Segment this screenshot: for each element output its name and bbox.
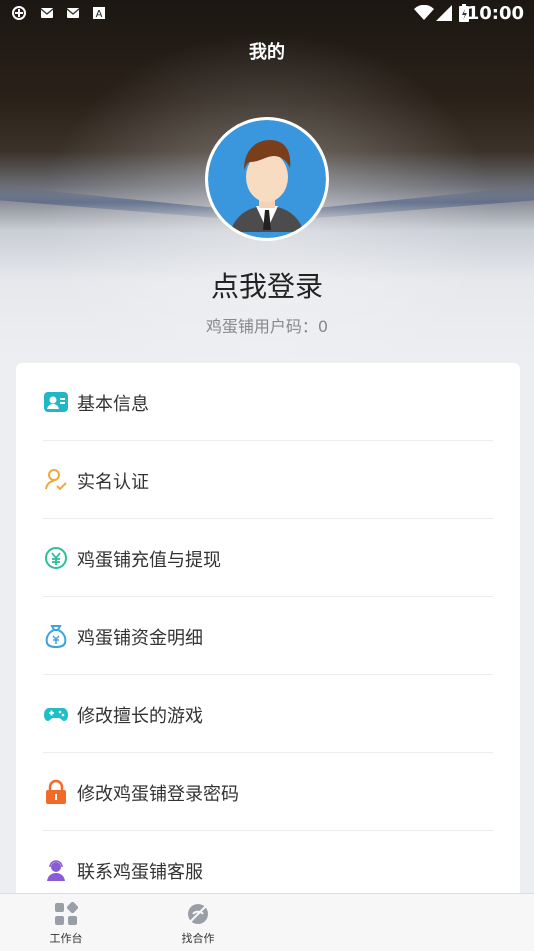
bottom-tab-bar: 工作台 找合作 <box>0 893 534 951</box>
menu-item-label: 鸡蛋铺资金明细 <box>77 628 203 649</box>
tab-workbench[interactable]: 工作台 <box>0 894 132 951</box>
profile-card-icon <box>44 392 68 412</box>
app-notification-icon <box>12 6 26 20</box>
avatar[interactable] <box>205 117 329 241</box>
menu-item-recharge-withdraw[interactable]: 鸡蛋铺充值与提现 <box>43 519 493 597</box>
mail-icon <box>40 8 54 18</box>
cooperation-icon <box>188 904 208 924</box>
grid-icon <box>55 902 78 925</box>
customer-service-icon <box>47 860 65 881</box>
menu-item-change-password[interactable]: 修改鸡蛋铺登录密码 <box>43 753 493 831</box>
menu-item-basic-info[interactable]: 基本信息 <box>43 363 493 441</box>
money-bag-icon <box>45 625 67 649</box>
menu-item-label: 基本信息 <box>77 394 149 415</box>
wifi-icon <box>414 5 434 20</box>
login-link[interactable]: 点我登录 <box>0 265 534 305</box>
tab-find-cooperation[interactable]: 找合作 <box>132 894 264 951</box>
signal-icon <box>436 5 452 21</box>
menu-item-label: 联系鸡蛋铺客服 <box>77 862 203 883</box>
user-avatar-icon <box>208 120 326 238</box>
page-title: 我的 <box>249 42 285 63</box>
lock-icon <box>46 779 66 804</box>
tab-label: 找合作 <box>181 932 215 945</box>
menu-item-label: 修改擅长的游戏 <box>77 706 203 727</box>
menu-item-fund-details[interactable]: 鸡蛋铺资金明细 <box>43 597 493 675</box>
menu-item-real-name-verify[interactable]: 实名认证 <box>43 441 493 519</box>
clock: 10:00 <box>466 3 524 24</box>
menu-card: 基本信息 实名认证 鸡蛋铺充值与提现 鸡蛋铺资金明细 修改擅长的游戏 修改鸡蛋铺… <box>16 363 520 923</box>
menu-item-change-games[interactable]: 修改擅长的游戏 <box>43 675 493 753</box>
mail-icon <box>66 8 80 18</box>
menu-item-label: 鸡蛋铺充值与提现 <box>77 550 221 571</box>
menu-item-label: 修改鸡蛋铺登录密码 <box>77 784 239 805</box>
user-code: 鸡蛋铺用户码：0 <box>205 317 329 336</box>
tab-label: 工作台 <box>49 932 83 945</box>
yuan-coin-icon <box>45 547 67 569</box>
gamepad-icon <box>44 708 68 721</box>
svg-text:A: A <box>96 9 103 20</box>
status-bar: A 10:00 <box>0 0 534 28</box>
user-verify-icon <box>45 469 67 491</box>
menu-item-label: 实名认证 <box>77 472 149 493</box>
font-icon: A <box>93 7 105 20</box>
